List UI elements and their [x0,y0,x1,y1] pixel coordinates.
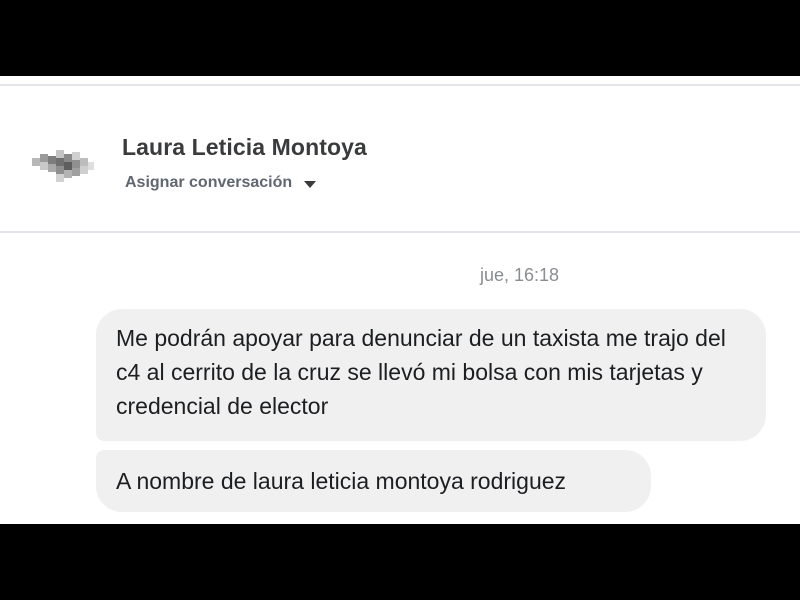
conversation-header: Laura Leticia Montoya Asignar conversaci… [0,86,800,231]
letterbox-bottom [0,524,800,600]
assign-conversation-label: Asignar conversación [125,174,293,191]
caret-down-icon [304,181,317,188]
letterbox-top [0,0,800,76]
message-timestamp: jue, 16:18 [480,265,560,285]
messenger-conversation-view: Laura Leticia Montoya Asignar conversaci… [0,76,800,524]
blurred-avatar-icon[interactable] [24,144,96,188]
contact-name[interactable]: Laura Leticia Montoya [122,134,367,161]
assign-conversation-dropdown[interactable]: Asignar conversación [125,172,317,194]
message-bubble[interactable]: A nombre de laura leticia montoya rodrig… [96,450,651,512]
message-bubble[interactable]: Me podrán apoyar para denunciar de un ta… [96,309,766,441]
header-divider [0,231,800,233]
